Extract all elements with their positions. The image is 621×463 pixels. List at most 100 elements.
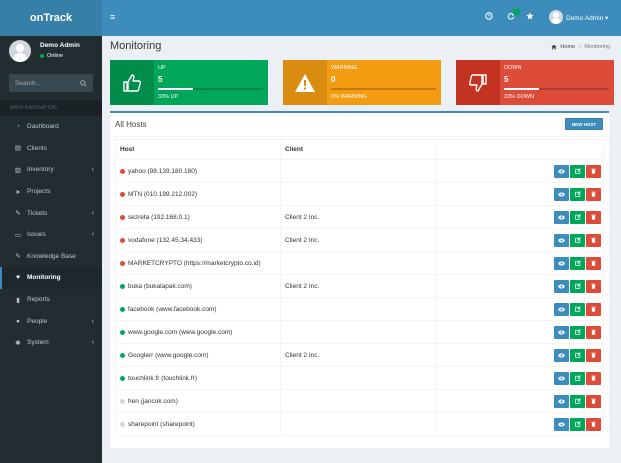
view-button[interactable] <box>554 325 569 339</box>
search-icon[interactable] <box>80 79 87 87</box>
trash-icon <box>591 168 596 174</box>
eye-icon <box>558 422 565 427</box>
edit-button[interactable] <box>570 187 585 201</box>
sidebar-item-people[interactable]: ● People ‹ <box>0 310 102 332</box>
edit-button[interactable] <box>570 302 585 316</box>
view-button[interactable] <box>554 394 569 408</box>
column-header-actions <box>435 139 604 160</box>
sidebar-item-system[interactable]: ✱ System ‹ <box>0 332 102 354</box>
delete-button[interactable] <box>586 164 601 178</box>
user-menu[interactable]: Demo Admin ▾ <box>566 14 608 22</box>
tickets-icon: ✎ <box>15 210 21 218</box>
column-header-host[interactable]: Host <box>115 139 281 160</box>
edit-button[interactable] <box>570 210 585 224</box>
sidebar-item-reports[interactable]: ▮ Reports <box>0 289 102 311</box>
user-avatar[interactable] <box>549 10 563 24</box>
delete-button[interactable] <box>586 325 601 339</box>
host-cell: vodafone (132.45.34.433) <box>115 228 281 252</box>
trash-icon <box>591 260 596 266</box>
column-header-client[interactable]: Client <box>280 139 436 160</box>
menu-toggle-icon[interactable]: ≡ <box>110 13 118 22</box>
stat-warning-progress <box>331 88 436 90</box>
sidebar-item-tickets[interactable]: ✎ Tickets ‹ <box>0 202 102 224</box>
people-icon: ● <box>16 317 20 325</box>
actions-cell <box>435 320 604 344</box>
view-button[interactable] <box>554 417 569 431</box>
edit-button[interactable] <box>570 394 585 408</box>
actions-cell <box>435 182 604 206</box>
sidebar-item-inventory[interactable]: ▥ Inventory ‹ <box>0 159 102 181</box>
edit-button[interactable] <box>570 233 585 247</box>
view-button[interactable] <box>554 279 569 293</box>
client-cell: Client 2 Inc. <box>280 274 436 298</box>
sidebar-item-projects[interactable]: ➤ Projects <box>0 181 102 203</box>
chevron-left-icon: ‹ <box>91 209 94 217</box>
host-cell: facebook (www.facebook.com) <box>115 297 281 321</box>
host-cell: buka (bukalapak.com) <box>115 274 281 298</box>
star-icon[interactable] <box>526 12 534 20</box>
edit-button[interactable] <box>570 371 585 385</box>
host-name: Googlerr (www.google.com) <box>128 351 209 359</box>
delete-button[interactable] <box>586 348 601 362</box>
delete-button[interactable] <box>586 210 601 224</box>
view-button[interactable] <box>554 233 569 247</box>
new-host-button[interactable]: NEW HOST <box>565 118 603 130</box>
eye-icon <box>558 284 565 289</box>
sidebar-item-monitoring[interactable]: ♥ Monitoring <box>0 267 102 289</box>
delete-button[interactable] <box>586 417 601 431</box>
clock-icon[interactable] <box>485 12 493 20</box>
view-button[interactable] <box>554 210 569 224</box>
sidebar-item-label: System <box>27 339 49 347</box>
eye-icon <box>558 238 565 243</box>
breadcrumb-home[interactable]: Home <box>560 44 575 50</box>
view-button[interactable] <box>554 187 569 201</box>
projects-icon: ➤ <box>15 188 21 196</box>
delete-button[interactable] <box>586 394 601 408</box>
trash-icon <box>591 398 596 404</box>
edit-icon <box>574 214 581 220</box>
home-icon <box>551 44 558 50</box>
view-button[interactable] <box>554 256 569 270</box>
host-name: sharepoint (sharepoint) <box>128 420 195 428</box>
client-cell <box>280 182 436 206</box>
edit-button[interactable] <box>570 164 585 178</box>
delete-button[interactable] <box>586 187 601 201</box>
view-button[interactable] <box>554 348 569 362</box>
delete-button[interactable] <box>586 279 601 293</box>
view-button[interactable] <box>554 164 569 178</box>
sidebar-item-issues[interactable]: ▭ Issues ‹ <box>0 224 102 246</box>
delete-button[interactable] <box>586 233 601 247</box>
host-name: touchlink.fr (touchlink.fr) <box>128 374 197 382</box>
host-cell: yahoo (98.139.180.180) <box>115 159 281 183</box>
delete-button[interactable] <box>586 302 601 316</box>
edit-button[interactable] <box>570 279 585 293</box>
user-menu-label: Demo Admin <box>566 15 604 22</box>
edit-button[interactable] <box>570 348 585 362</box>
edit-button[interactable] <box>570 325 585 339</box>
view-button[interactable] <box>554 371 569 385</box>
host-name: www.google.com (www.google.com) <box>128 328 233 336</box>
sidebar-item-knowledge-base[interactable]: ✎ Knowledge Base <box>0 246 102 268</box>
sidebar-item-clients[interactable]: ▤ Clients <box>0 138 102 160</box>
stat-down-value: 5 <box>504 75 509 84</box>
edit-button[interactable] <box>570 256 585 270</box>
eye-icon <box>558 330 565 335</box>
delete-button[interactable] <box>586 371 601 385</box>
edit-button[interactable] <box>570 417 585 431</box>
all-hosts-panel: All Hosts NEW HOST Host Client yahoo (98… <box>110 111 609 448</box>
table-row: hen (jancok.com) <box>115 389 604 413</box>
thumbs-down-icon <box>456 60 500 105</box>
online-dot-icon <box>40 54 44 58</box>
host-name: MARKETCRYPTO (https://marketcrypto.co.id… <box>128 259 261 267</box>
sidebar-item-dashboard[interactable]: ◔ Dashboard <box>0 116 102 138</box>
edit-icon <box>574 237 581 243</box>
sidebar-item-label: Issues <box>27 231 46 239</box>
app-logo[interactable]: onTrack <box>0 0 102 36</box>
view-button[interactable] <box>554 302 569 316</box>
panel-title: All Hosts <box>115 120 147 129</box>
delete-button[interactable] <box>586 256 601 270</box>
host-name: facebook (www.facebook.com) <box>128 305 217 313</box>
host-cell: Googlerr (www.google.com) <box>115 343 281 367</box>
search-input[interactable]: Search... <box>9 74 93 92</box>
host-name: sezreta (192.168.0.1) <box>128 213 190 221</box>
